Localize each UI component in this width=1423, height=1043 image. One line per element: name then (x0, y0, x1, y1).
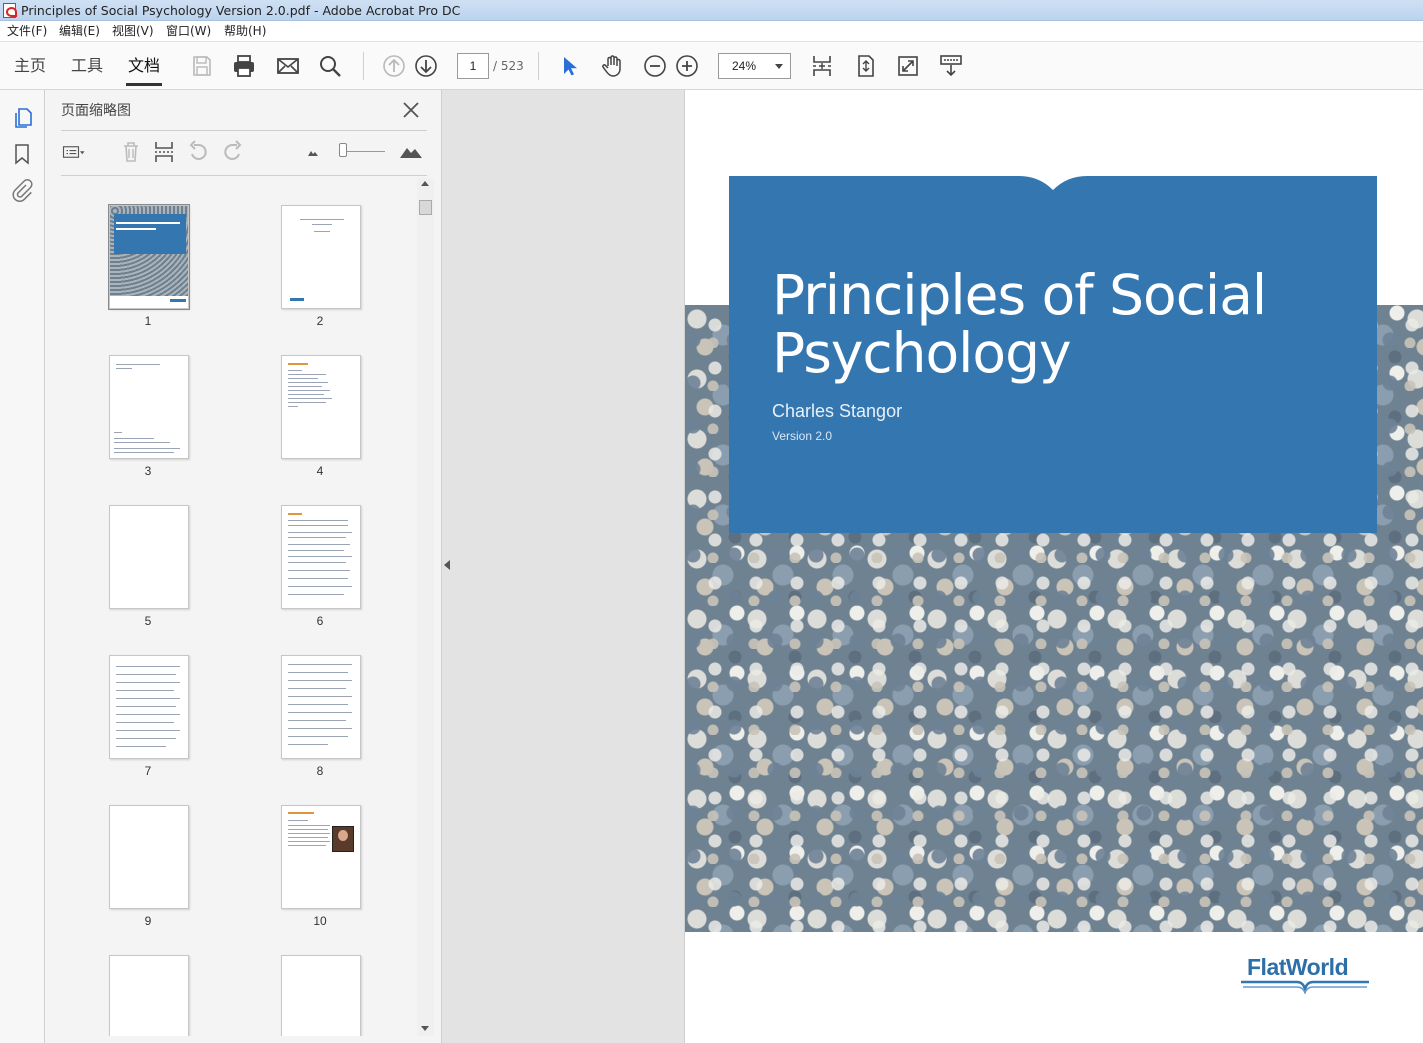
page-thumbnail-6[interactable] (281, 505, 361, 609)
menu-bar: 文件(F) 编辑(E) 视图(V) 窗口(W) 帮助(H) (0, 21, 1423, 42)
menu-file[interactable]: 文件(F) (7, 21, 47, 42)
window-title: Principles of Social Psychology Version … (21, 3, 461, 18)
page-number-label: 5 (144, 614, 152, 628)
panel-divider (61, 130, 427, 131)
panel-title: 页面缩略图 (61, 103, 131, 119)
page-number-label: 8 (316, 764, 324, 778)
page-thumbnail-9[interactable] (109, 805, 189, 909)
page-thumbnail-5[interactable] (109, 505, 189, 609)
cover-title: Principles of Social Psychology (772, 263, 1267, 385)
scroll-thumb[interactable] (419, 200, 432, 215)
pdf-page[interactable]: Principles of Social Psychology Charles … (684, 90, 1423, 1043)
tab-document[interactable]: 文档 (125, 42, 163, 90)
page-thumbnail-7[interactable] (109, 655, 189, 759)
page-thumbnail-4[interactable] (281, 355, 361, 459)
page-thumbnail-1[interactable] (108, 204, 190, 310)
thumbnail-panel: 页面缩略图 1 2 3 4 5 6 7 8 9 10 (45, 90, 442, 1043)
page-number-label: 4 (316, 464, 324, 478)
thumbnail-list: 1 2 3 4 5 6 7 8 9 10 (45, 176, 417, 1036)
thumbnail-options-icon[interactable] (62, 140, 94, 164)
scroll-mode-icon[interactable] (810, 54, 834, 78)
thumbnail-larger-icon[interactable] (399, 140, 423, 164)
toolbar-separator (363, 52, 364, 80)
scroll-down-icon[interactable] (421, 1026, 429, 1031)
hand-icon[interactable] (600, 54, 624, 78)
page-number-label: 10 (313, 914, 327, 928)
zoom-in-icon[interactable] (675, 54, 699, 78)
title-bar: Principles of Social Psychology Version … (0, 0, 1423, 21)
menu-view[interactable]: 视图(V) (112, 21, 154, 42)
scroll-up-icon[interactable] (421, 181, 429, 186)
delete-page-icon[interactable] (119, 140, 143, 164)
attachment-icon[interactable] (10, 178, 34, 202)
close-icon[interactable] (401, 100, 421, 120)
acrobat-app-icon (3, 3, 17, 18)
rotate-counterclockwise-icon[interactable] (186, 140, 210, 164)
full-screen-icon[interactable] (896, 54, 920, 78)
tab-tools[interactable]: 工具 (71, 42, 103, 90)
page-thumbnail-12[interactable] (281, 955, 361, 1036)
page-number-label: 3 (144, 464, 152, 478)
page-number-label: 9 (144, 914, 152, 928)
bookmark-icon[interactable] (10, 142, 34, 166)
main-toolbar: 主页 工具 文档 (0, 42, 1423, 90)
page-number-label: 6 (316, 614, 324, 628)
thumbnail-size-slider[interactable] (342, 151, 385, 152)
page-thumbnail-10[interactable] (281, 805, 361, 909)
select-arrow-icon[interactable] (558, 54, 582, 78)
publisher-logo: FlatWorld (1247, 954, 1349, 980)
menu-edit[interactable]: 编辑(E) (59, 21, 100, 42)
page-thumbnail-2[interactable] (281, 205, 361, 309)
fit-page-icon[interactable] (854, 54, 878, 78)
save-icon[interactable] (190, 54, 214, 78)
page-thumbnail-3[interactable] (109, 355, 189, 459)
menu-help[interactable]: 帮助(H) (224, 21, 266, 42)
search-icon[interactable] (318, 54, 342, 78)
email-icon[interactable] (276, 54, 300, 78)
read-mode-icon[interactable] (939, 54, 963, 78)
zoom-out-icon[interactable] (643, 54, 667, 78)
navigation-rail (0, 90, 45, 1043)
zoom-value: 24% (732, 59, 757, 73)
page-thumbnails-icon[interactable] (10, 106, 34, 130)
thumbnail-scrollbar[interactable] (417, 178, 434, 1036)
rotate-clockwise-icon[interactable] (221, 140, 245, 164)
tab-home[interactable]: 主页 (14, 42, 46, 90)
insert-page-icon[interactable] (152, 140, 176, 164)
chevron-down-icon (775, 64, 783, 69)
page-thumbnail-8[interactable] (281, 655, 361, 759)
page-number-input[interactable]: 1 (457, 53, 489, 79)
menu-window[interactable]: 窗口(W) (166, 21, 211, 42)
page-number-label: 1 (144, 314, 152, 328)
page-total-label: / 523 (493, 59, 524, 73)
next-page-icon[interactable] (414, 54, 438, 78)
page-number-label: 2 (316, 314, 324, 328)
cover-book-notch (729, 176, 1377, 190)
previous-page-icon[interactable] (382, 54, 406, 78)
publisher-book-icon (1241, 980, 1369, 994)
print-icon[interactable] (232, 54, 256, 78)
cover-version: Version 2.0 (772, 429, 833, 443)
slider-handle[interactable] (339, 143, 347, 157)
thumbnail-smaller-icon[interactable] (302, 140, 326, 164)
page-number-label: 7 (144, 764, 152, 778)
collapse-panel-icon[interactable] (444, 560, 450, 570)
toolbar-separator (538, 52, 539, 80)
cover-author: Charles Stangor (772, 401, 903, 421)
page-thumbnail-11[interactable] (109, 955, 189, 1036)
zoom-select[interactable]: 24% (718, 53, 791, 79)
